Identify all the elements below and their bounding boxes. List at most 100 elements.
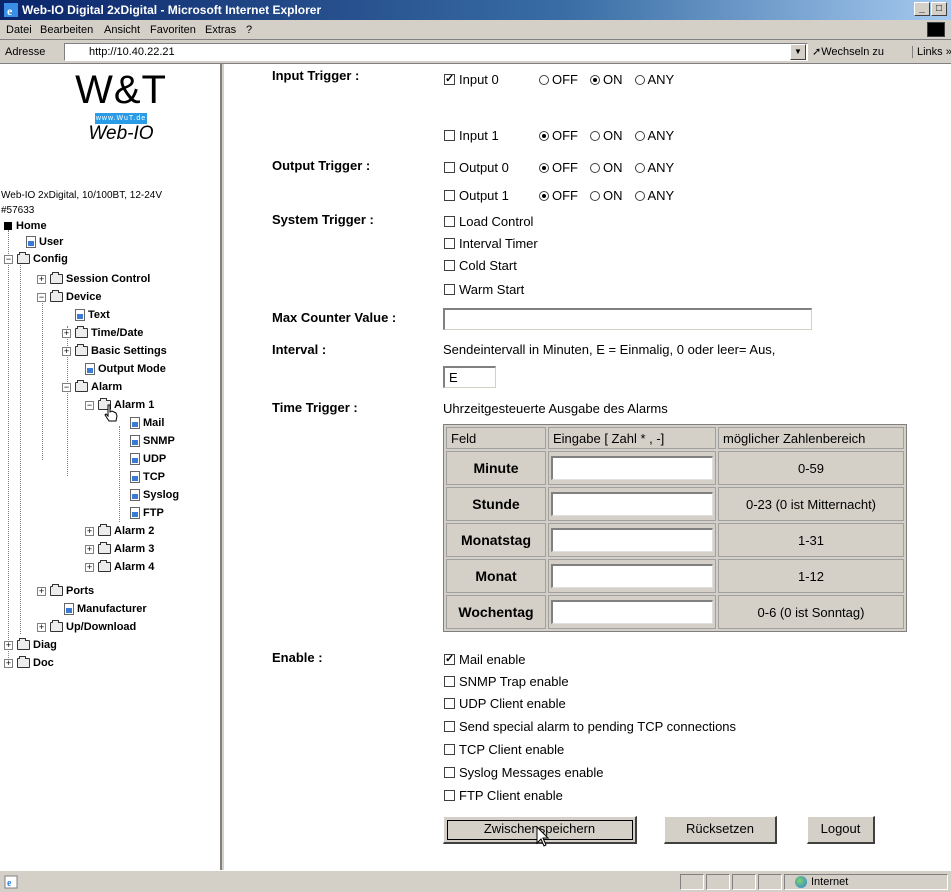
monatstag-input[interactable] (551, 528, 713, 552)
interval-timer-checkbox[interactable] (444, 238, 455, 249)
load-control-checkbox[interactable] (444, 216, 455, 227)
basic-settings-expander[interactable]: + (62, 347, 71, 356)
tree-item-updownload[interactable]: Up/Download (50, 619, 136, 635)
tree-item-doc[interactable]: Doc (17, 655, 54, 671)
address-label: Adresse (5, 46, 46, 58)
ports-expander[interactable]: + (37, 587, 46, 596)
reset-button[interactable]: Rücksetzen (664, 816, 777, 844)
tree-item-session-control[interactable]: Session Control (50, 271, 150, 287)
input0-checkbox[interactable] (444, 72, 455, 85)
output0-checkbox[interactable] (444, 162, 455, 173)
menu-favoriten[interactable]: Favoriten (150, 24, 196, 36)
input0-row: Input 0 OFF ON ANY (444, 72, 674, 87)
alarm2-expander[interactable]: + (85, 527, 94, 536)
output1-off-radio[interactable] (539, 190, 549, 201)
tree-item-alarm[interactable]: Alarm (75, 379, 122, 395)
input0-any-radio[interactable] (634, 74, 645, 85)
wochentag-input[interactable] (551, 600, 713, 624)
tree-item-config[interactable]: Config (17, 251, 68, 267)
output1-checkbox[interactable] (444, 190, 455, 201)
interval-input[interactable]: E (443, 366, 496, 388)
page-icon (130, 435, 140, 447)
input1-on-radio[interactable] (590, 130, 600, 141)
tcp-enable-checkbox[interactable] (444, 744, 455, 755)
input0-off-radio[interactable] (539, 74, 549, 85)
monat-input[interactable] (551, 564, 713, 588)
tree-item-alarm3[interactable]: Alarm 3 (98, 541, 154, 557)
tree-item-snmp[interactable]: SNMP (130, 433, 175, 449)
syslog-enable-checkbox[interactable] (444, 767, 455, 778)
snmp-enable-checkbox[interactable] (444, 676, 455, 687)
alarm3-expander[interactable]: + (85, 545, 94, 554)
logo-brand: W&T (75, 68, 167, 112)
tree-item-output-mode[interactable]: Output Mode (85, 361, 166, 377)
config-expander[interactable]: − (4, 255, 13, 264)
time-date-expander[interactable]: + (62, 329, 71, 338)
address-dropdown-button[interactable]: ▼ (790, 44, 806, 60)
output0-any-radio[interactable] (634, 162, 645, 173)
menu-datei[interactable]: Datei (6, 24, 32, 36)
tree-item-mail[interactable]: Mail (130, 415, 164, 431)
output1-any-radio[interactable] (634, 190, 645, 201)
output1-on-radio[interactable] (590, 190, 600, 201)
updownload-expander[interactable]: + (37, 623, 46, 632)
special-tcp-alarm-checkbox[interactable] (444, 721, 455, 732)
tree-item-udp[interactable]: UDP (130, 451, 166, 467)
tree-item-basic-settings[interactable]: Basic Settings (75, 343, 167, 359)
diag-expander[interactable]: + (4, 641, 13, 650)
page-icon (130, 417, 140, 429)
logo-product: Web-IO (88, 123, 154, 144)
session-control-expander[interactable]: + (37, 275, 46, 284)
tree-item-alarm4[interactable]: Alarm 4 (98, 559, 154, 575)
mail-enable-checkbox[interactable] (444, 652, 455, 665)
input0-on-radio[interactable] (590, 74, 600, 85)
logout-button[interactable]: Logout (807, 816, 875, 844)
tree-item-ftp[interactable]: FTP (130, 505, 164, 521)
minute-input[interactable] (551, 456, 713, 480)
tree-item-time-date[interactable]: Time/Date (75, 325, 143, 341)
tree-item-diag[interactable]: Diag (17, 637, 57, 653)
warm-start-checkbox[interactable] (444, 284, 455, 295)
address-input[interactable]: http://10.40.22.21 (64, 43, 808, 61)
output0-off-radio[interactable] (539, 162, 549, 173)
maximize-button[interactable]: □ (931, 2, 947, 16)
enable-syslog: Syslog Messages enable (444, 765, 604, 780)
page-icon (75, 309, 85, 321)
input1-off-radio[interactable] (539, 130, 549, 141)
max-counter-input[interactable] (443, 308, 812, 330)
range-wochentag: 0-6 (0 ist Sonntag) (718, 595, 904, 629)
tree-item-text[interactable]: Text (75, 307, 110, 323)
stunde-input[interactable] (551, 492, 713, 516)
links-button[interactable]: Links » (912, 46, 951, 58)
udp-enable-checkbox[interactable] (444, 698, 455, 709)
minimize-button[interactable]: _ (914, 2, 930, 16)
menu-extras[interactable]: Extras (205, 24, 236, 36)
row-label-wochentag: Wochentag (446, 595, 546, 629)
alarm4-expander[interactable]: + (85, 563, 94, 572)
go-button[interactable]: ➚Wechseln zu (812, 45, 884, 58)
enable-mail: Mail enable (444, 652, 526, 667)
output0-on-radio[interactable] (590, 162, 600, 173)
cold-start-checkbox[interactable] (444, 260, 455, 271)
alarm1-expander[interactable]: − (85, 401, 94, 410)
ftp-enable-checkbox[interactable] (444, 790, 455, 801)
alarm-expander[interactable]: − (62, 383, 71, 392)
enable-ftp: FTP Client enable (444, 788, 563, 803)
tree-item-device[interactable]: Device (50, 289, 101, 305)
tree-item-ports[interactable]: Ports (50, 583, 94, 599)
tree-item-tcp[interactable]: TCP (130, 469, 165, 485)
input1-checkbox[interactable] (444, 130, 455, 141)
tree-item-alarm2[interactable]: Alarm 2 (98, 523, 154, 539)
menu-bar: Datei Bearbeiten Ansicht Favoriten Extra… (0, 20, 951, 40)
tree-item-user[interactable]: User (26, 234, 63, 250)
tree-item-home[interactable]: Home (4, 218, 47, 234)
doc-expander[interactable]: + (4, 659, 13, 668)
menu-ansicht[interactable]: Ansicht (104, 24, 140, 36)
tree-item-syslog[interactable]: Syslog (130, 487, 179, 503)
time-trigger-note: Uhrzeitgesteuerte Ausgabe des Alarms (443, 401, 668, 416)
device-expander[interactable]: − (37, 293, 46, 302)
input1-any-radio[interactable] (634, 130, 645, 141)
tree-item-manufacturer[interactable]: Manufacturer (64, 601, 147, 617)
menu-help[interactable]: ? (246, 24, 252, 36)
menu-bearbeiten[interactable]: Bearbeiten (40, 24, 93, 36)
